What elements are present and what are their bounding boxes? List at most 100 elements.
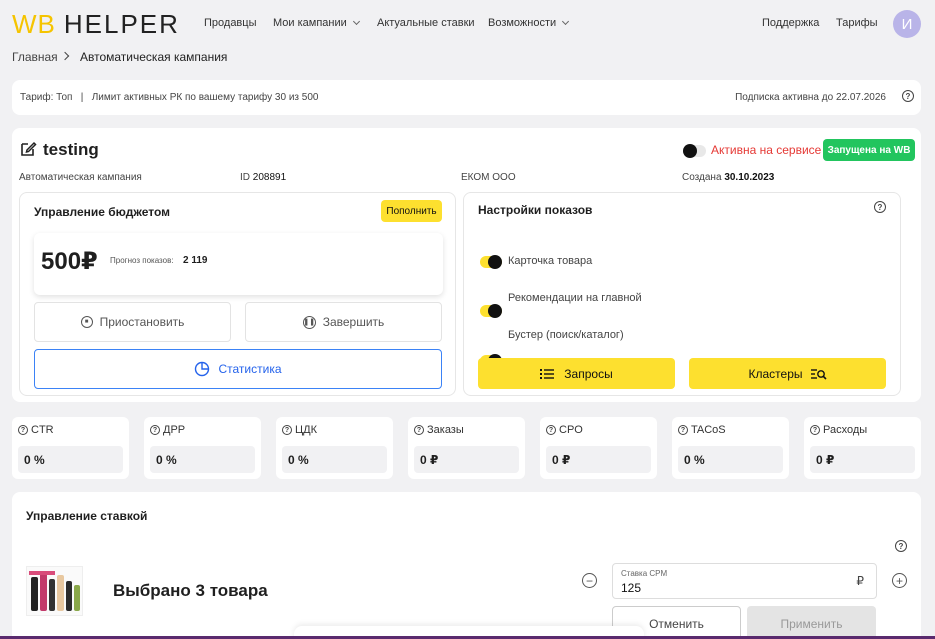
metric-value: 0 ₽ <box>546 446 651 473</box>
currency-label: ₽ <box>856 574 864 588</box>
campaign-created: Создана 30.10.2023 <box>682 172 774 183</box>
metric-tacos: ? TACoS 0 % <box>672 417 789 479</box>
nav-my-campaigns[interactable]: Мои кампании <box>273 17 360 29</box>
metric-cpo: ? CPO 0 ₽ <box>540 417 657 479</box>
metric-value: 0 % <box>678 446 783 473</box>
metric-label: ДРР <box>163 424 186 436</box>
topup-button[interactable]: Пополнить <box>381 200 442 222</box>
tariff-info: Тариф: Топ | Лимит активных РК по вашему… <box>20 92 319 103</box>
apply-button[interactable]: Применить <box>747 606 876 639</box>
toggle-product-card[interactable] <box>480 255 502 269</box>
display-settings-title: Настройки показов <box>478 203 593 217</box>
help-icon[interactable]: ? <box>150 425 160 435</box>
breadcrumb-home[interactable]: Главная <box>12 50 58 64</box>
help-icon[interactable]: ? <box>18 425 28 435</box>
help-icon[interactable]: ? <box>810 425 820 435</box>
breadcrumb-current: Автоматическая кампания <box>80 50 228 64</box>
pause-label: Приостановить <box>99 315 185 329</box>
metric-cdk: ? ЦДК 0 % <box>276 417 393 479</box>
metric-value: 0 % <box>18 446 123 473</box>
chevron-down-icon <box>562 17 570 26</box>
nav-actual-bids[interactable]: Актуальные ставки <box>377 17 475 29</box>
clusters-button[interactable]: Кластеры <box>689 358 886 389</box>
tariff-bar: Тариф: Топ | Лимит активных РК по вашему… <box>12 80 921 115</box>
metric-label: Расходы <box>823 424 868 436</box>
finish-button[interactable]: ❚❚ Завершить <box>245 302 442 342</box>
nav-tariffs[interactable]: Тарифы <box>836 17 878 29</box>
option-booster: Бустер (поиск/каталог) <box>508 329 624 341</box>
pause-icon: ❚❚ <box>302 315 316 329</box>
nav-support[interactable]: Поддержка <box>762 17 819 29</box>
pie-chart-icon <box>195 361 210 377</box>
list-icon <box>540 368 555 379</box>
metric-value: 0 % <box>150 446 255 473</box>
edit-icon[interactable] <box>19 140 37 158</box>
selected-products: Выбрано 3 товара <box>113 581 268 600</box>
nav-features-label: Возможности <box>488 17 557 29</box>
campaign-card: testing Активна на сервисе Запущена на W… <box>12 128 921 402</box>
increase-bid-button[interactable]: + <box>892 573 907 588</box>
logo-wb: WB <box>12 8 56 39</box>
subscription-info: Подписка активна до 22.07.2026 <box>735 92 886 103</box>
bid-title: Управление ставкой <box>26 509 148 523</box>
metric-drr: ? ДРР 0 % <box>144 417 261 479</box>
option-recommendations: Рекомендации на главной <box>508 292 642 304</box>
finish-label: Завершить <box>322 315 385 329</box>
forecast-value: 2 119 <box>183 255 208 266</box>
budget-amount-box: 500₽ Прогноз показов: 2 119 <box>34 233 443 295</box>
avatar[interactable]: И <box>893 10 921 38</box>
metric-label: Заказы <box>427 424 464 436</box>
decrease-bid-button[interactable]: − <box>582 573 597 588</box>
nav-my-campaigns-label: Мои кампании <box>273 17 347 29</box>
campaign-company: ЕКОМ ООО <box>461 172 516 183</box>
statistics-label: Статистика <box>218 362 282 376</box>
search-list-icon <box>810 368 827 380</box>
active-service-label: Активна на сервисе <box>711 143 822 157</box>
nav-actual-bids-label: Актуальные ставки <box>377 17 475 29</box>
nav-features[interactable]: Возможности <box>488 17 570 29</box>
campaign-name: testing <box>43 140 99 159</box>
metric-label: CTR <box>31 424 54 436</box>
created-label: Создана <box>682 172 722 183</box>
campaign-id-label: ID <box>240 172 250 183</box>
help-icon[interactable]: ? <box>895 540 907 552</box>
metric-label: TACoS <box>691 424 726 436</box>
queries-label: Запросы <box>564 366 613 381</box>
logo[interactable]: WB HELPER <box>12 8 180 39</box>
statistics-button[interactable]: Статистика <box>34 349 442 389</box>
budget-panel: Управление бюджетом Пополнить 500₽ Прогн… <box>19 192 456 396</box>
chevron-down-icon <box>352 17 360 26</box>
queries-button[interactable]: Запросы <box>478 358 675 389</box>
metric-label: ЦДК <box>295 424 317 436</box>
clusters-label: Кластеры <box>748 366 803 381</box>
campaign-id-value: 208891 <box>252 172 287 183</box>
metric-value: 0 ₽ <box>810 446 915 473</box>
metric-label: CPO <box>559 424 583 436</box>
nav-sellers[interactable]: Продавцы <box>204 17 257 29</box>
forecast-label: Прогноз показов: <box>110 256 174 265</box>
pause-button[interactable]: ■ Приостановить <box>34 302 231 342</box>
cpm-value: 125 <box>621 581 642 595</box>
display-settings-panel: Настройки показов ? Карточка товара Реко… <box>463 192 901 396</box>
cpm-input[interactable]: Ставка CPM 125 ₽ <box>612 563 877 599</box>
help-icon[interactable]: ? <box>546 425 556 435</box>
campaign-type: Автоматическая кампания <box>19 172 142 183</box>
product-thumbnail[interactable] <box>26 566 83 616</box>
campaign-id: ID 208891 <box>240 172 286 183</box>
help-icon[interactable]: ? <box>678 425 688 435</box>
help-icon[interactable]: ? <box>874 201 886 213</box>
budget-amount: 500₽ <box>41 248 98 275</box>
toggle-recommendations[interactable] <box>480 304 502 318</box>
created-value: 30.10.2023 <box>724 172 775 183</box>
cpm-label: Ставка CPM <box>621 569 668 578</box>
help-icon[interactable]: ? <box>902 90 914 102</box>
status-badge: Запущена на WB <box>823 139 915 161</box>
metric-orders: ? Заказы 0 ₽ <box>408 417 525 479</box>
metric-expenses: ? Расходы 0 ₽ <box>804 417 921 479</box>
nav-sellers-label: Продавцы <box>204 17 257 29</box>
budget-title: Управление бюджетом <box>34 205 171 219</box>
help-icon[interactable]: ? <box>414 425 424 435</box>
metric-value: 0 % <box>282 446 387 473</box>
help-icon[interactable]: ? <box>282 425 292 435</box>
active-service-toggle[interactable] <box>683 144 706 158</box>
